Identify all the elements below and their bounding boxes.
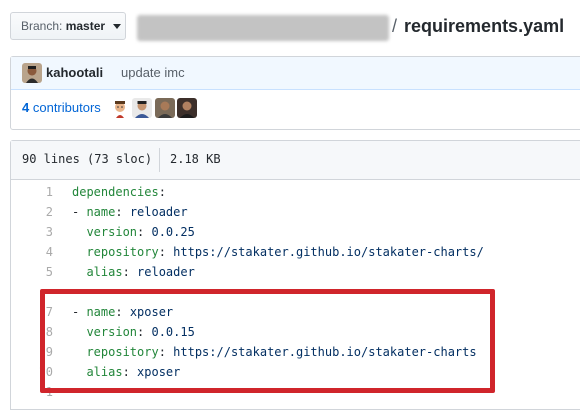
branch-label: Branch:	[21, 19, 63, 33]
code-line: 3 version: 0.0.25	[11, 222, 580, 242]
yaml-key: dependencies	[72, 185, 159, 199]
contributor-avatar[interactable]	[110, 98, 130, 118]
yaml-value: reloader	[137, 265, 195, 279]
yaml-colon: :	[115, 205, 130, 219]
file-size: 2.18 KB	[170, 152, 221, 166]
code-text: repository: https://stakater.github.io/s…	[72, 242, 484, 262]
contributor-avatar[interactable]	[177, 98, 197, 118]
branch-selector-button[interactable]: Branch: master	[10, 12, 126, 40]
code-line: 4 repository: https://stakater.github.io…	[11, 242, 580, 262]
contributor-avatar[interactable]	[132, 98, 152, 118]
code-line: 2 - name: reloader	[11, 202, 580, 222]
file-info-divider	[159, 148, 160, 172]
yaml-key: alias	[86, 265, 123, 279]
code-text: - name: reloader	[72, 202, 188, 222]
yaml-key: version	[86, 225, 138, 239]
yaml-dash: -	[72, 205, 87, 219]
yaml-value: reloader	[129, 205, 188, 219]
contributors-label: contributors	[32, 100, 101, 115]
yaml-indent	[72, 225, 86, 239]
code-text: dependencies:	[72, 182, 166, 202]
file-name: requirements.yaml	[404, 16, 565, 36]
contributors-count: 4	[22, 100, 30, 115]
red-annotation-box	[40, 289, 495, 393]
yaml-colon: :	[122, 265, 138, 279]
yaml-key: repository	[86, 245, 159, 259]
file-line-count: 90 lines (73 sloc)	[22, 152, 153, 166]
commit-author-link[interactable]: kahootali	[46, 65, 103, 80]
breadcrumb-separator: /	[392, 16, 398, 36]
line-number[interactable]: 2	[11, 202, 53, 222]
line-number[interactable]: 3	[11, 222, 53, 242]
yaml-colon: :	[158, 245, 174, 259]
line-number[interactable]: 5	[11, 262, 53, 282]
breadcrumb: / requirements.yaml	[392, 14, 564, 38]
yaml-indent	[72, 265, 86, 279]
yaml-value: https://stakater.github.io/stakater-char…	[173, 245, 484, 259]
contributor-avatar[interactable]	[155, 98, 175, 118]
line-number[interactable]: 1	[11, 182, 53, 202]
yaml-colon: :	[137, 225, 152, 239]
yaml-key: name	[86, 205, 116, 219]
caret-down-icon	[113, 24, 122, 30]
commit-message-link[interactable]: update imc	[121, 65, 185, 80]
redacted-repo-path	[137, 15, 389, 41]
code-line: 1 dependencies:	[11, 182, 580, 202]
yaml-colon: :	[158, 185, 166, 199]
code-line: 5 alias: reloader	[11, 262, 580, 282]
contributors-link[interactable]: 4 contributors	[22, 100, 101, 115]
branch-name: master	[65, 19, 106, 33]
line-number[interactable]: 4	[11, 242, 53, 262]
code-text: alias: reloader	[72, 262, 195, 282]
yaml-indent	[72, 245, 86, 259]
author-avatar[interactable]	[22, 63, 42, 83]
yaml-value: 0.0.25	[151, 225, 195, 239]
code-text: version: 0.0.25	[72, 222, 195, 242]
